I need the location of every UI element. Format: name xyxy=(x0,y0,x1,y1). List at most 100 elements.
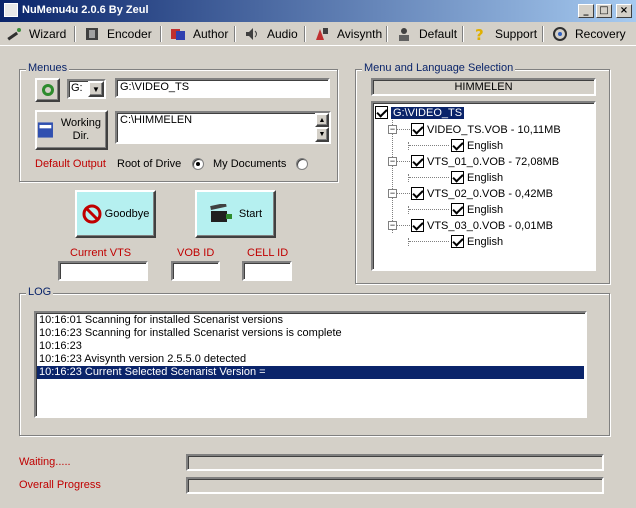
title-header: HIMMELEN xyxy=(371,78,596,96)
collapse-icon[interactable]: − xyxy=(388,221,397,230)
scroll-down-button[interactable]: ▼ xyxy=(315,127,329,142)
window-title: NuMenu4u 2.0.6 By Zeul xyxy=(22,4,149,16)
toolbar-author-label: Author xyxy=(193,27,229,41)
toolbar-wizard[interactable]: Wizard xyxy=(6,25,66,43)
tree-item[interactable]: VTS_01_0.VOB - 72,08MB xyxy=(411,154,559,169)
my-documents-label: My Documents xyxy=(213,158,287,170)
working-dir-path: C:\HIMMELEN xyxy=(120,114,193,126)
tree-item[interactable]: VIDEO_TS.VOB - 10,11MB xyxy=(411,122,561,137)
scroll-up-button[interactable]: ▲ xyxy=(315,113,329,127)
root-checkbox[interactable] xyxy=(375,106,388,119)
tree-lang-item[interactable]: English xyxy=(451,170,503,185)
waiting-label: Waiting..... xyxy=(19,456,71,468)
menu-tree[interactable]: G:\VIDEO_TS − VIDEO_TS.VOB - 10,11MB Eng… xyxy=(371,101,596,271)
toolbar: Wizard Encoder Author Audio Avisynth Def… xyxy=(0,22,636,46)
cell-id-field[interactable] xyxy=(242,261,292,281)
toolbar-avisynth[interactable]: Avisynth xyxy=(314,25,382,43)
current-vts-field[interactable] xyxy=(58,261,148,281)
toolbar-support[interactable]: ? Support xyxy=(472,25,537,43)
folder-icon xyxy=(37,122,53,138)
start-button[interactable]: Start xyxy=(195,190,276,238)
tree-lang-label: English xyxy=(467,235,504,248)
tree-item[interactable]: VTS_02_0.VOB - 0,42MB xyxy=(411,186,553,201)
selection-group-label: Menu and Language Selection xyxy=(362,62,516,74)
lang-checkbox[interactable] xyxy=(451,139,464,152)
working-dir-field[interactable]: C:\HIMMELEN ▲ ▼ xyxy=(115,111,331,144)
collapse-icon[interactable]: − xyxy=(388,189,397,198)
working-dir-button[interactable]: Working Dir. xyxy=(35,110,108,150)
item-checkbox[interactable] xyxy=(411,219,424,232)
tree-lang-label: English xyxy=(467,171,504,184)
tree-lang-item[interactable]: English xyxy=(451,234,503,249)
log-line[interactable]: 10:16:23 Scanning for installed Scenaris… xyxy=(37,327,584,340)
start-label: Start xyxy=(238,208,263,220)
tree-item-label: VIDEO_TS.VOB - 10,11MB xyxy=(427,123,561,136)
goodbye-label: Goodbye xyxy=(104,208,150,220)
refresh-button[interactable] xyxy=(35,78,60,102)
collapse-icon[interactable]: − xyxy=(388,125,397,134)
lang-checkbox[interactable] xyxy=(451,203,464,216)
log-line[interactable]: 10:16:01 Scanning for installed Scenaris… xyxy=(37,314,584,327)
my-documents-radio[interactable] xyxy=(296,158,308,170)
log-list[interactable]: 10:16:01 Scanning for installed Scenaris… xyxy=(34,311,587,418)
app-icon xyxy=(4,3,18,17)
wand-icon xyxy=(7,28,21,41)
minimize-button[interactable]: _ xyxy=(578,4,594,18)
tree-item-label: VTS_02_0.VOB - 0,42MB xyxy=(427,187,553,200)
clapper-icon xyxy=(210,204,232,222)
film-icon xyxy=(86,28,98,40)
vob-id-field[interactable] xyxy=(171,261,220,281)
root-of-drive-radio[interactable] xyxy=(192,158,204,170)
item-checkbox[interactable] xyxy=(411,187,424,200)
toolbar-audio[interactable]: Audio xyxy=(244,25,298,43)
working-dir-label: Working Dir. xyxy=(60,117,101,142)
log-line-selected[interactable]: 10:16:23 Current Selected Scenarist Vers… xyxy=(37,366,584,379)
goodbye-button[interactable]: Goodbye xyxy=(75,190,156,238)
tree-item-label: VTS_01_0.VOB - 72,08MB xyxy=(427,155,560,168)
tree-lang-label: English xyxy=(467,203,504,216)
recycle-icon xyxy=(41,84,54,96)
svg-text:?: ? xyxy=(475,26,484,42)
log-line[interactable]: 10:16:23 xyxy=(37,340,584,353)
toolbar-author[interactable]: Author xyxy=(170,25,228,43)
toolbar-default[interactable]: Default xyxy=(396,25,457,43)
toolbar-encoder[interactable]: Encoder xyxy=(84,25,152,43)
drive-select[interactable]: G: ▼ xyxy=(67,79,106,99)
toolbar-wizard-label: Wizard xyxy=(29,27,67,41)
tree-lang-item[interactable]: English xyxy=(451,202,503,217)
lang-checkbox[interactable] xyxy=(451,171,464,184)
tree-lang-item[interactable]: English xyxy=(451,138,503,153)
overall-progress-bar xyxy=(186,477,604,494)
item-checkbox[interactable] xyxy=(411,155,424,168)
default-output-label: Default Output xyxy=(35,158,106,170)
no-entry-icon xyxy=(82,204,102,224)
toolbar-recovery[interactable]: Recovery xyxy=(552,25,626,43)
tree-item-label: VTS_03_0.VOB - 0,01MB xyxy=(427,219,553,232)
collapse-icon[interactable]: − xyxy=(388,157,397,166)
source-path-field[interactable]: G:\VIDEO_TS xyxy=(115,78,330,98)
title-bar[interactable]: NuMenu4u 2.0.6 By Zeul _ □ × xyxy=(0,0,636,22)
cell-id-label: CELL ID xyxy=(247,247,289,259)
toolbar-audio-label: Audio xyxy=(267,27,298,41)
item-checkbox[interactable] xyxy=(411,123,424,136)
recovery-icon xyxy=(553,27,567,41)
author-icon xyxy=(171,29,185,40)
tree-item[interactable]: VTS_03_0.VOB - 0,01MB xyxy=(411,218,553,233)
tree-root[interactable]: G:\VIDEO_TS xyxy=(375,105,465,120)
waiting-progress-bar xyxy=(186,454,604,471)
close-button[interactable]: × xyxy=(616,4,632,18)
drive-select-value: G: xyxy=(71,82,83,94)
current-vts-label: Current VTS xyxy=(70,247,132,259)
overall-progress-label: Overall Progress xyxy=(19,479,101,491)
log-group-label: LOG xyxy=(26,286,54,298)
avisynth-icon xyxy=(316,28,328,40)
root-of-drive-label: Root of Drive xyxy=(117,158,182,170)
lang-checkbox[interactable] xyxy=(451,235,464,248)
vob-id-label: VOB ID xyxy=(177,247,215,259)
log-line[interactable]: 10:16:23 Avisynth version 2.5.5.0 detect… xyxy=(37,353,584,366)
maximize-button[interactable]: □ xyxy=(596,4,612,18)
chevron-down-icon[interactable]: ▼ xyxy=(88,81,104,97)
toolbar-encoder-label: Encoder xyxy=(107,27,152,41)
question-icon: ? xyxy=(475,26,484,42)
default-icon xyxy=(399,28,409,41)
